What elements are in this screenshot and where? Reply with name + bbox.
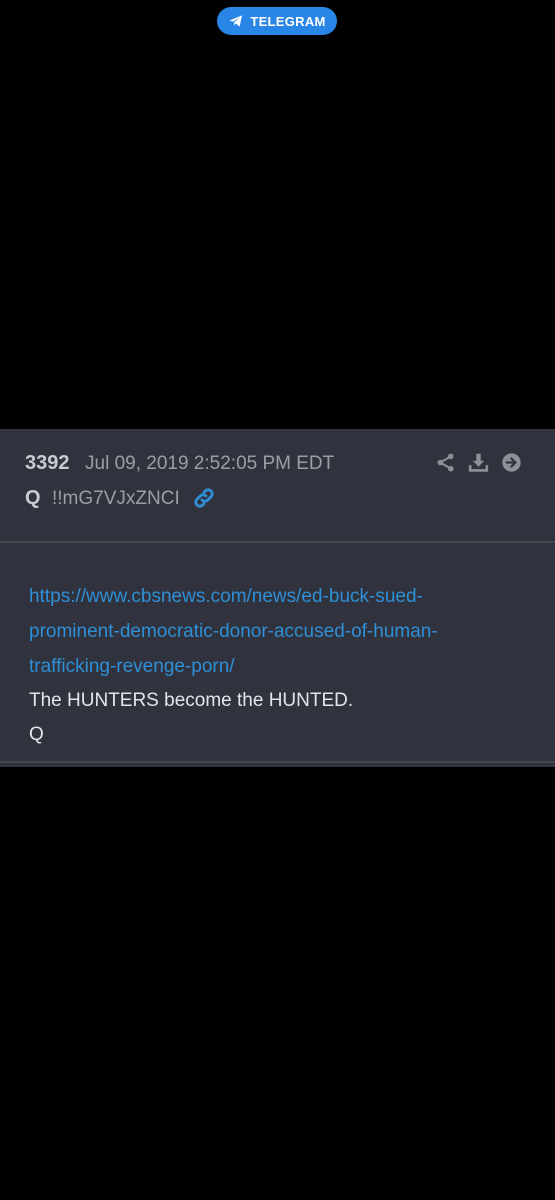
post-link[interactable]: https://www.cbsnews.com/news/ed-buck-sue… — [29, 579, 509, 684]
post-body: https://www.cbsnews.com/news/ed-buck-sue… — [0, 543, 555, 763]
post-header: 3392 Jul 09, 2019 2:52:05 PM EDT Q !!mG7… — [0, 429, 555, 543]
post-actions — [435, 452, 522, 473]
post-date: Jul 09, 2019 2:52:05 PM EDT — [85, 453, 335, 474]
telegram-label: TELEGRAM — [250, 13, 326, 29]
arrow-right-circle-icon[interactable] — [501, 452, 522, 473]
author-name: Q — [25, 487, 41, 509]
post-link-line: prominent-democratic-donor-accused-of-hu… — [29, 621, 438, 642]
post-text-line: The HUNTERS become the HUNTED. — [29, 690, 354, 711]
post-card: 3392 Jul 09, 2019 2:52:05 PM EDT Q !!mG7… — [0, 429, 555, 767]
download-icon[interactable] — [468, 452, 489, 473]
post-signature: Q — [29, 724, 44, 745]
telegram-paper-plane-icon — [229, 15, 243, 27]
share-icon[interactable] — [435, 452, 456, 473]
telegram-button[interactable]: TELEGRAM — [217, 7, 337, 35]
link-icon[interactable] — [192, 486, 216, 510]
post-link-line: trafficking-revenge-porn/ — [29, 656, 235, 677]
post-number[interactable]: 3392 — [25, 452, 70, 475]
tripcode: !!mG7VJxZNCI — [52, 488, 180, 509]
post-link-line: https://www.cbsnews.com/news/ed-buck-sue… — [29, 586, 423, 607]
